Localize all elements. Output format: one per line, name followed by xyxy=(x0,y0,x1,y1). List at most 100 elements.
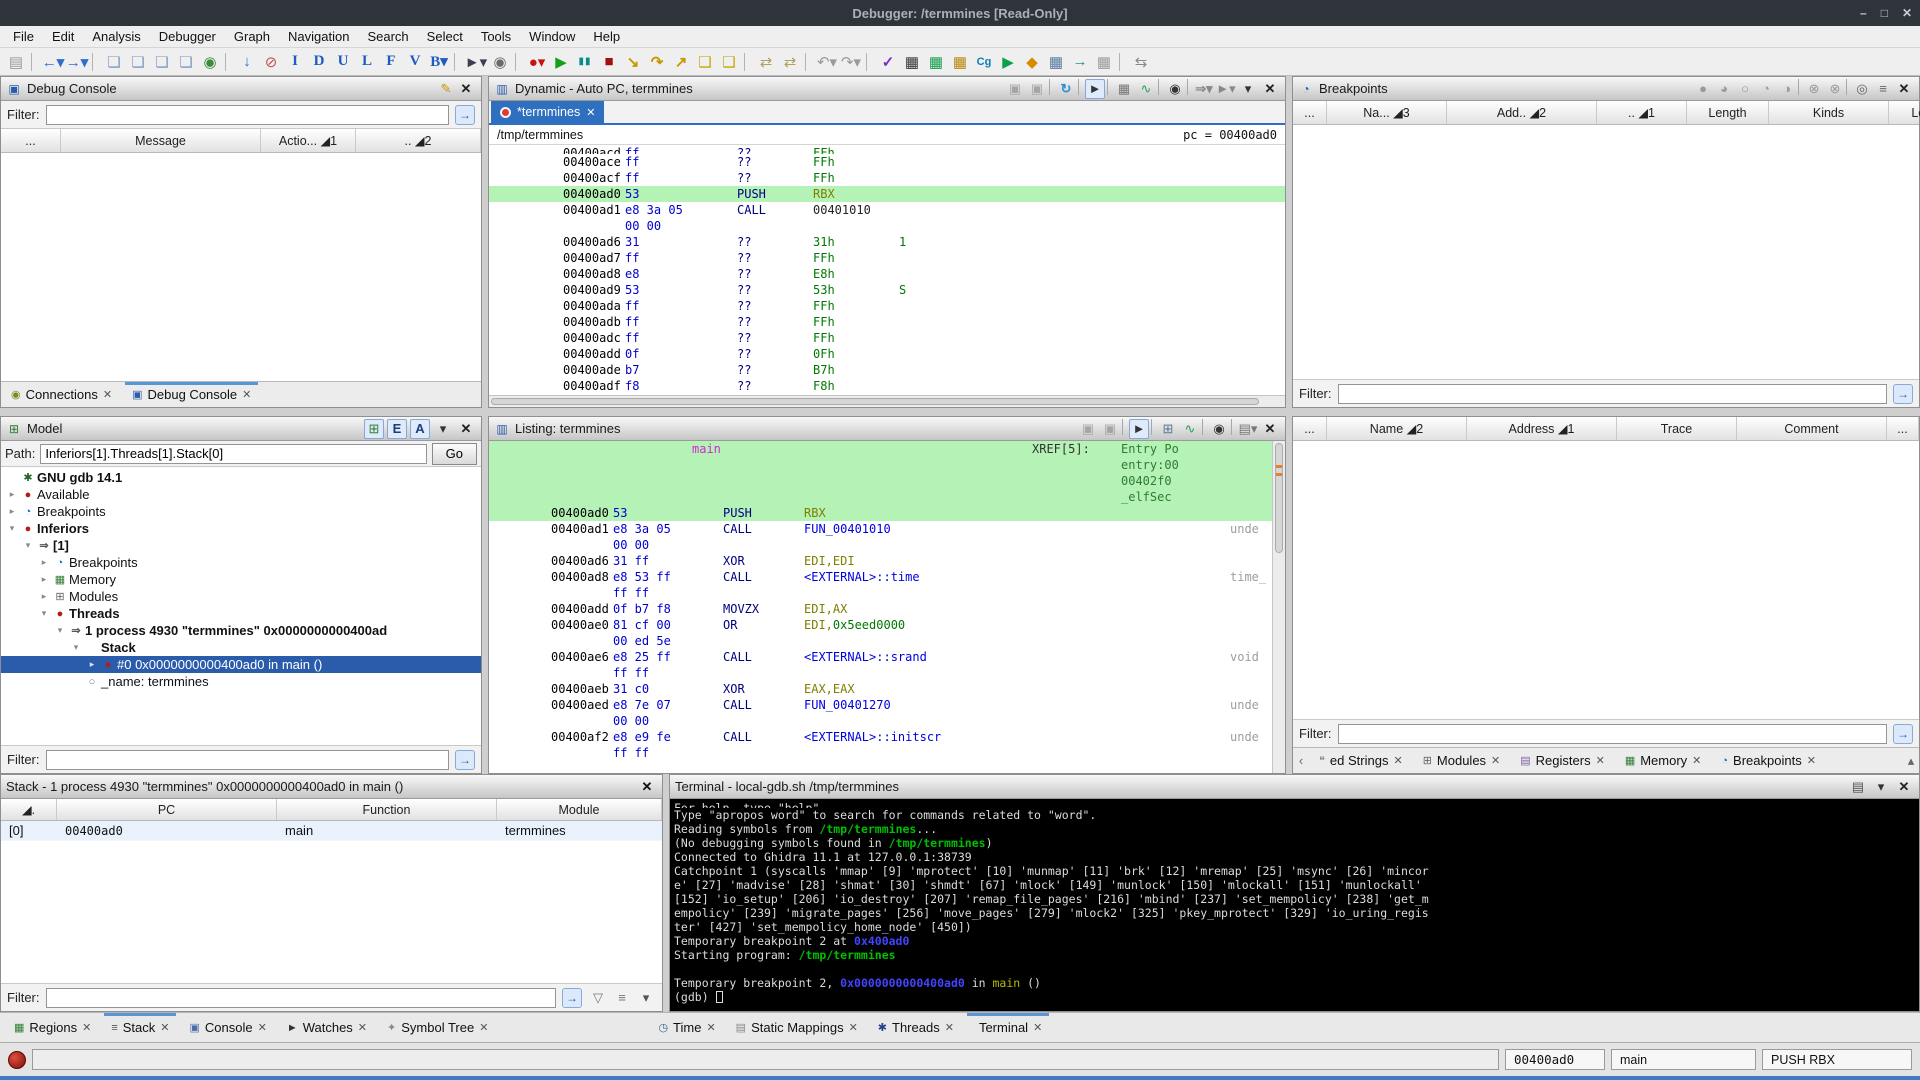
tree-node[interactable]: ▾ Stack xyxy=(1,639,481,656)
panel-tab[interactable]: ◉ Connections ✕ xyxy=(1,382,122,407)
listing-row[interactable]: 00400add 0f b7 f8 MOVZX EDI,AX xyxy=(489,601,1272,617)
close-tab-icon[interactable]: ✕ xyxy=(1692,754,1701,767)
xref-entry[interactable]: _elfSec xyxy=(1121,489,1172,505)
column-header[interactable]: Message xyxy=(61,129,261,152)
variable-v-icon[interactable]: V xyxy=(403,50,427,74)
close-icon[interactable]: ✕ xyxy=(456,419,476,439)
close-tab-icon[interactable]: ✕ xyxy=(242,388,251,401)
column-header[interactable]: .. ◢2 xyxy=(356,129,481,152)
column-header[interactable]: Actio... ◢1 xyxy=(261,129,356,152)
toolbar-separator[interactable] xyxy=(515,52,522,71)
tree-node[interactable]: ▾ ⇒ 1 process 4930 "termmines" 0x0000000… xyxy=(1,622,481,639)
header-separator[interactable] xyxy=(1798,78,1803,95)
horizontal-splitter[interactable] xyxy=(0,408,482,416)
close-icon[interactable]: ✕ xyxy=(1260,419,1280,439)
header-separator[interactable] xyxy=(1049,78,1054,95)
menu-caret-icon[interactable]: ▾ xyxy=(1871,777,1891,797)
disasm-row[interactable]: 00400adc ff ?? FFh xyxy=(489,330,1285,346)
listing-row[interactable]: 00400ad0 53 PUSH RBX xyxy=(489,505,1272,521)
window-tab[interactable]: ▦ Regions ✕ xyxy=(4,1013,101,1042)
close-tab-icon[interactable]: ✕ xyxy=(1393,754,1402,767)
header-separator[interactable] xyxy=(1846,78,1851,95)
listing-row[interactable]: 00400aeb 31 c0 XOR EAX,EAX xyxy=(489,681,1272,697)
toolbar-separator[interactable] xyxy=(1119,52,1126,71)
disasm-row[interactable]: 00400ad6 31 ?? 31h 1 xyxy=(489,234,1285,250)
menu-caret-icon[interactable]: ▾ xyxy=(1238,79,1258,99)
filter-input[interactable] xyxy=(1337,383,1887,404)
filter-options-icon[interactable]: → xyxy=(455,104,475,125)
expander-icon[interactable]: ▾ xyxy=(5,523,19,534)
header-separator[interactable] xyxy=(1158,78,1163,95)
refresh-icon[interactable]: ↻ xyxy=(1056,79,1076,99)
header-separator[interactable] xyxy=(1078,78,1083,95)
expander-icon[interactable]: ▾ xyxy=(21,540,35,551)
close-tab-icon[interactable]: ✕ xyxy=(1491,754,1500,767)
field-formatter-icon[interactable]: ⊞ xyxy=(1158,419,1178,439)
tree-node[interactable]: ▸ ⊞ Modules xyxy=(1,588,481,605)
terminal-output[interactable]: For help, type "help". Type "apropos word… xyxy=(670,799,1919,1011)
window-tab[interactable]: ✱ Threads ✕ xyxy=(868,1013,964,1042)
trace-tab-termmines[interactable]: *termmines ✕ xyxy=(491,101,605,123)
disasm-row[interactable]: 00400ad1 e8 3a 05 00 00 CALL 00401010 xyxy=(489,202,1285,234)
tab-expand-icon[interactable]: ▴ xyxy=(1903,748,1919,773)
export-view-icon[interactable]: → xyxy=(1068,50,1092,74)
disasm-row[interactable]: 00400acf ff ?? FFh xyxy=(489,170,1285,186)
minimize-icon[interactable]: – xyxy=(1860,6,1867,20)
expander-icon[interactable]: ▸ xyxy=(5,489,19,500)
window-tab[interactable]: ▣ Console ✕ xyxy=(179,1013,276,1042)
expander-icon[interactable]: ▾ xyxy=(69,642,83,653)
tree-node[interactable]: ▸ ● #0 0x0000000000400ad0 in main () xyxy=(1,656,481,673)
menu-caret-icon[interactable]: ▾ xyxy=(636,988,656,1008)
record-target-icon[interactable]: ●▾ xyxy=(525,50,549,74)
toolbar-separator[interactable] xyxy=(92,52,99,71)
disasm-row[interactable]: 00400ad0 53 PUSH RBX xyxy=(489,186,1285,202)
disasm-row[interactable]: 00400add 0f ?? 0Fh xyxy=(489,346,1285,362)
menu-item[interactable]: Graph xyxy=(225,26,279,47)
clear-breakpoint-icon[interactable]: ⊗ xyxy=(1804,79,1824,99)
column-header[interactable]: PC xyxy=(57,799,277,820)
close-tab-icon[interactable]: ✕ xyxy=(1033,1021,1042,1034)
export-table-icon[interactable]: ▦ xyxy=(1114,79,1134,99)
disassemble-i-icon[interactable]: I xyxy=(283,50,307,74)
header-separator[interactable] xyxy=(1107,78,1112,95)
column-header[interactable]: ... xyxy=(1293,101,1327,124)
menu-item[interactable]: Debugger xyxy=(150,26,225,47)
expander-icon[interactable]: ▸ xyxy=(37,591,51,602)
edit-mode-icon[interactable]: ▤▾ xyxy=(1238,419,1258,439)
xref-entry[interactable]: 00402f0 xyxy=(1121,473,1172,489)
filter-input[interactable] xyxy=(45,749,449,770)
column-header[interactable]: Na... ◢3 xyxy=(1327,101,1447,124)
function-header-block[interactable]: main XREF[5]: Entry Po entry:00 00402f0 _el… xyxy=(489,441,1272,505)
scrollbar-thumb[interactable] xyxy=(491,398,1259,405)
xref-entry[interactable]: entry:00 xyxy=(1121,457,1179,473)
menu-item[interactable]: Navigation xyxy=(279,26,358,47)
menu-item[interactable]: Edit xyxy=(43,26,83,47)
skip-forward-icon[interactable]: ⇄ xyxy=(778,50,802,74)
clear-all-icon[interactable]: ⊗ xyxy=(1825,79,1845,99)
column-header[interactable]: Lo... xyxy=(1889,101,1920,124)
forward-icon[interactable]: →▾ xyxy=(65,50,89,74)
xref-entry[interactable]: Entry Po xyxy=(1121,441,1179,457)
close-tab-icon[interactable]: ✕ xyxy=(945,1021,954,1034)
filter-options-icon[interactable]: → xyxy=(562,987,582,1008)
toolbar-separator[interactable] xyxy=(744,52,751,71)
column-header[interactable]: ... xyxy=(1887,417,1919,440)
tree-node[interactable]: ○ _name: termmines xyxy=(1,673,481,690)
panel-tab[interactable]: ▦ Memory ✕ xyxy=(1615,748,1712,773)
tree-node[interactable]: ▾ ● Threads xyxy=(1,605,481,622)
close-icon[interactable]: ✕ xyxy=(1902,6,1912,20)
toggle-breakpoints-icon[interactable]: ◑ xyxy=(1777,79,1797,99)
listing-row[interactable]: 00400ad8 e8 53 ff ff ff CALL <EXTERNAL>::… xyxy=(489,569,1272,601)
column-header[interactable]: Kinds xyxy=(1769,101,1889,124)
disasm-row[interactable]: 00400ade b7 ?? B7h xyxy=(489,362,1285,378)
column-settings-icon[interactable]: ≡ xyxy=(612,988,632,1008)
window-tab[interactable]: ≡ Stack ✕ xyxy=(101,1013,179,1042)
panel-tab[interactable]: ▣ Debug Console ✕ xyxy=(122,382,261,407)
panel-tab[interactable]: ⊞ Modules ✕ xyxy=(1413,748,1511,773)
close-tab-icon[interactable]: ✕ xyxy=(1807,754,1816,767)
disasm-row[interactable]: 00400ada ff ?? FFh xyxy=(489,298,1285,314)
grid-view-icon[interactable]: ▦ xyxy=(1092,50,1116,74)
close-tab-icon[interactable]: ✕ xyxy=(258,1021,267,1034)
horizontal-splitter[interactable] xyxy=(1292,408,1920,416)
byte-b-icon[interactable]: B▾ xyxy=(427,50,451,74)
